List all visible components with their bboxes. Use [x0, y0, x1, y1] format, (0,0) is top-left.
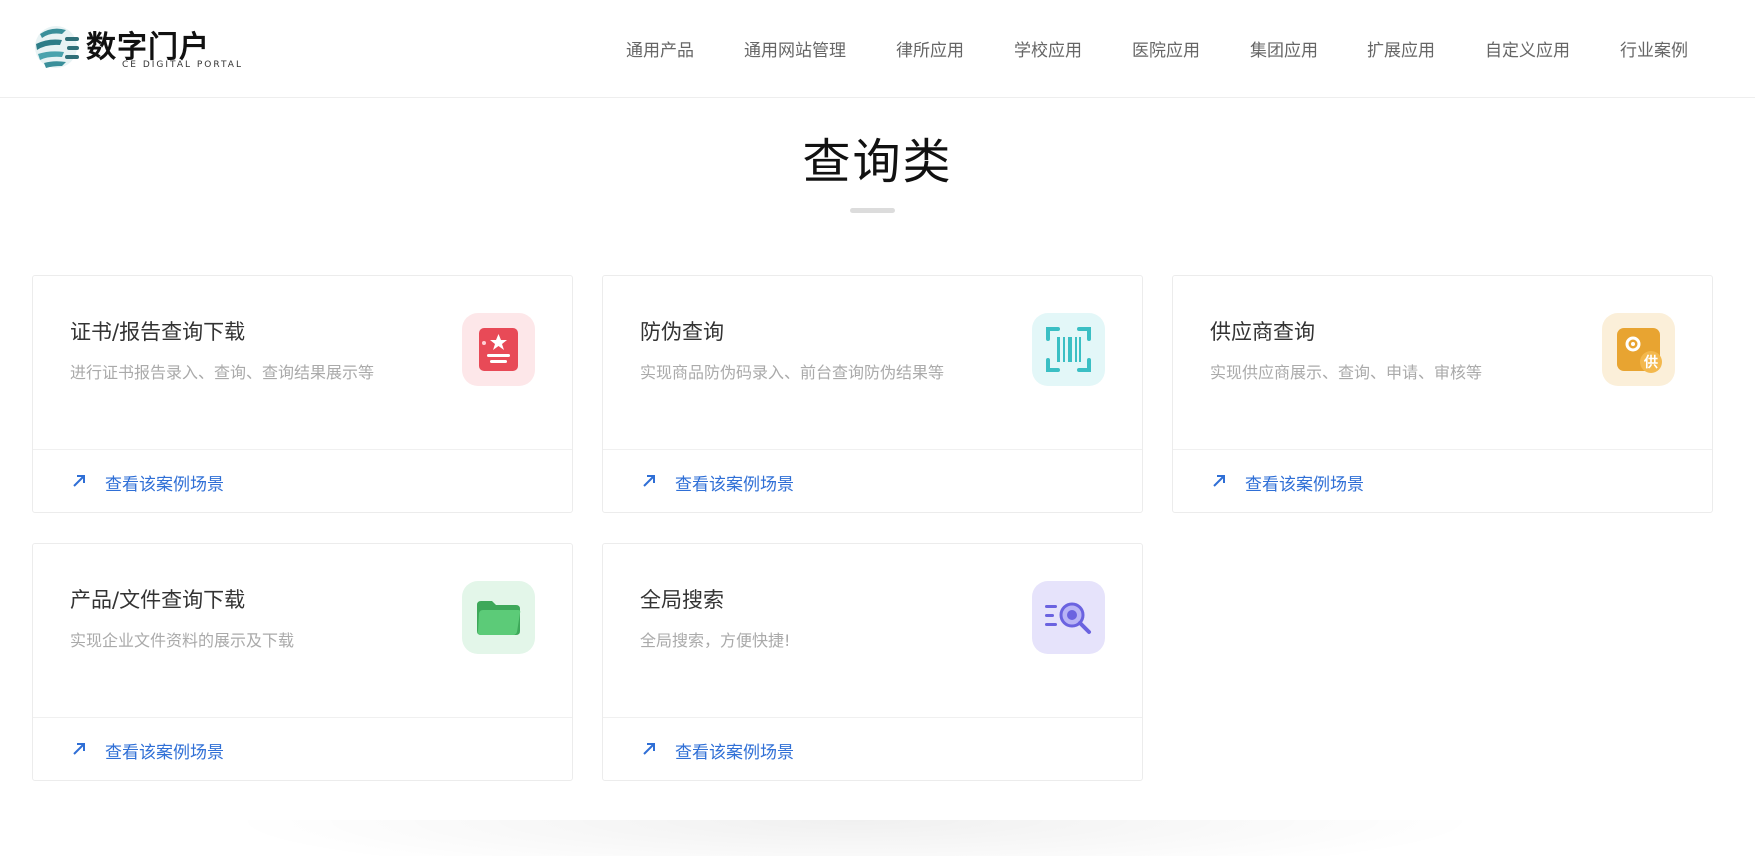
card-title: 供应商查询 [1210, 320, 1315, 344]
supplier-icon-char: 供 [1643, 354, 1658, 371]
arrow-up-right-icon [73, 743, 85, 755]
arrow-up-right-icon [1213, 475, 1225, 487]
card-title: 防伪查询 [640, 320, 724, 344]
nav-item-law-firm[interactable]: 律所应用 [896, 36, 964, 61]
section-underline [850, 208, 895, 213]
nav-item-industry-cases[interactable]: 行业案例 [1620, 36, 1688, 61]
view-case-label: 查看该案例场景 [1245, 475, 1364, 495]
card-description: 实现商品防伪码录入、前台查询防伪结果等 [640, 363, 945, 382]
view-case-label: 查看该案例场景 [675, 743, 794, 763]
card-certificate-query[interactable]: 证书/报告查询下载 进行证书报告录入、查询、查询结果展示等 查看该案例场景 [32, 275, 573, 513]
card-description: 全局搜索，方便快捷! [640, 631, 791, 650]
footer-shadow [220, 820, 1490, 856]
certificate-icon [462, 313, 535, 386]
arrow-up-right-icon [643, 475, 655, 487]
card-description: 进行证书报告录入、查询、查询结果展示等 [70, 363, 375, 382]
card-title: 产品/文件查询下载 [70, 588, 246, 612]
card-description: 实现企业文件资料的展示及下载 [70, 631, 295, 650]
nav-item-general-products[interactable]: 通用产品 [626, 36, 694, 61]
main-nav: 通用产品 通用网站管理 律所应用 学校应用 医院应用 集团应用 扩展应用 自定义… [0, 0, 1755, 96]
view-case-label: 查看该案例场景 [105, 475, 224, 495]
card-global-search[interactable]: 全局搜索 全局搜索，方便快捷! 查看该案例场景 [602, 543, 1143, 781]
barcode-scan-icon [1032, 313, 1105, 386]
view-case-label: 查看该案例场景 [675, 475, 794, 495]
card-divider [33, 449, 572, 450]
card-title: 证书/报告查询下载 [70, 320, 246, 344]
arrow-up-right-icon [73, 475, 85, 487]
nav-item-extension[interactable]: 扩展应用 [1367, 36, 1435, 61]
card-title: 全局搜索 [640, 588, 724, 612]
section-title: 查询类 [802, 134, 953, 190]
card-product-file-query[interactable]: 产品/文件查询下载 实现企业文件资料的展示及下载 查看该案例场景 [32, 543, 573, 781]
card-divider [33, 717, 572, 718]
arrow-up-right-icon [643, 743, 655, 755]
page: 数字门户 CE DIGITAL PORTAL 通用产品 通用网站管理 律所应用 … [0, 0, 1755, 856]
card-anti-counterfeit-query[interactable]: 防伪查询 实现商品防伪码录入、前台查询防伪结果等 查看该案例场景 [602, 275, 1143, 513]
nav-item-custom[interactable]: 自定义应用 [1485, 36, 1570, 61]
nav-item-hospital[interactable]: 医院应用 [1132, 36, 1200, 61]
supplier-icon: 供 [1602, 313, 1675, 386]
card-supplier-query[interactable]: 供应商查询 实现供应商展示、查询、申请、审核等 供 查看该案例场景 [1172, 275, 1713, 513]
site-header: 数字门户 CE DIGITAL PORTAL 通用产品 通用网站管理 律所应用 … [0, 0, 1755, 98]
folder-icon [462, 581, 535, 654]
nav-item-website-management[interactable]: 通用网站管理 [744, 36, 846, 61]
card-divider [603, 449, 1142, 450]
card-description: 实现供应商展示、查询、申请、审核等 [1210, 363, 1483, 382]
nav-item-group[interactable]: 集团应用 [1250, 36, 1318, 61]
search-list-icon [1032, 581, 1105, 654]
nav-item-school[interactable]: 学校应用 [1014, 36, 1082, 61]
card-divider [603, 717, 1142, 718]
card-divider [1173, 449, 1712, 450]
view-case-label: 查看该案例场景 [105, 743, 224, 763]
